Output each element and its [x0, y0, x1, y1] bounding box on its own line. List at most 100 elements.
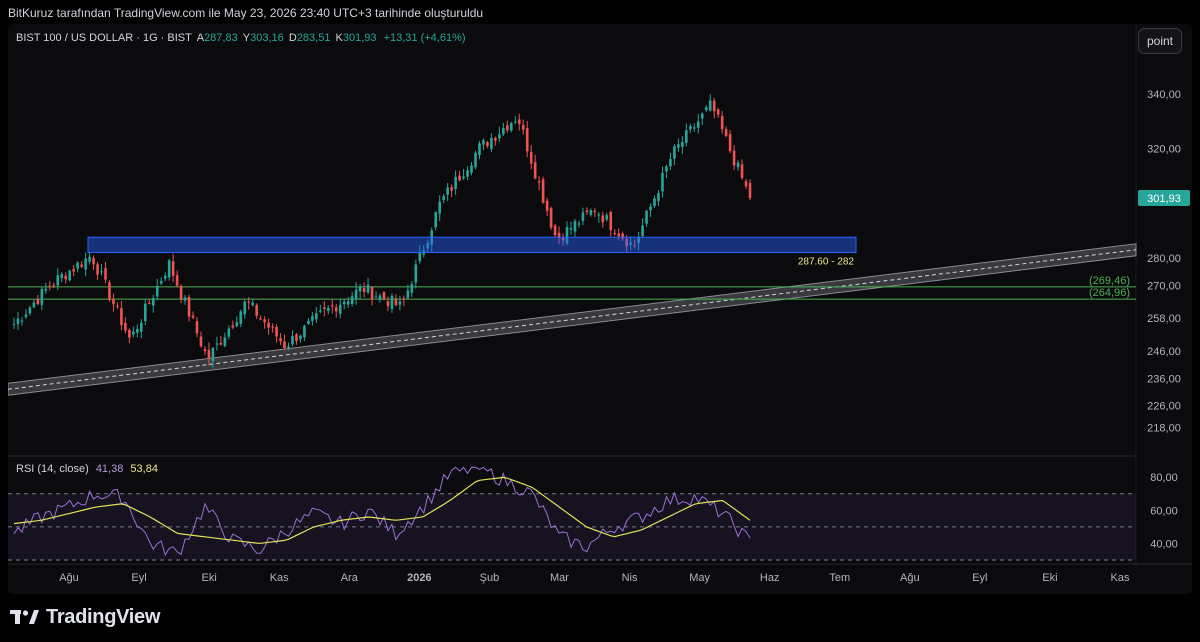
candle-body	[207, 349, 211, 359]
candle-body	[414, 264, 418, 283]
price-tick-label: 218,00	[1147, 423, 1181, 435]
tradingview-logo-icon	[10, 610, 39, 624]
candle-body	[96, 264, 99, 275]
rsi-ma-value: 53,84	[130, 463, 158, 475]
candle-body	[693, 127, 696, 129]
candle-body	[203, 349, 207, 352]
candle-body	[104, 268, 107, 280]
candle-body	[175, 275, 179, 286]
candle-body	[136, 328, 139, 333]
candle-body	[60, 274, 64, 279]
candle-body	[287, 346, 290, 349]
candle-body	[537, 181, 541, 183]
candle-body	[52, 284, 56, 286]
time-tick-label: Şub	[480, 572, 500, 584]
candle-body	[378, 295, 382, 300]
price-tick-label: 340,00	[1147, 89, 1181, 101]
candle-body	[358, 286, 362, 292]
time-tick-label: Ağu	[59, 572, 79, 584]
candle-body	[593, 210, 597, 213]
chart-canvas[interactable]: 340,00 320,00 280,00 270,00 258,00 246,00 236,…	[8, 24, 1192, 594]
candles-group	[12, 94, 752, 368]
price-tick-label: 226,00	[1147, 401, 1181, 413]
candle-body	[100, 271, 103, 273]
last-price-label: 301,93	[1147, 193, 1181, 205]
open-value: 287,83	[204, 32, 238, 44]
candle-body	[700, 113, 704, 119]
candle-body	[490, 138, 493, 149]
candle-body	[398, 301, 402, 305]
time-tick-label: Kas	[1111, 572, 1130, 584]
candle-body	[494, 137, 497, 141]
candle-body	[529, 152, 533, 164]
time-tick-label: Eki	[1042, 572, 1057, 584]
candle-body	[736, 162, 740, 168]
candle-body	[661, 172, 664, 192]
candle-body	[323, 307, 326, 310]
close-value: 301,93	[342, 32, 377, 44]
candle-body	[235, 322, 239, 327]
candle-body	[20, 320, 24, 322]
chart-panel[interactable]: 340,00 320,00 280,00 270,00 258,00 246,00 236,…	[8, 24, 1192, 594]
candle-body	[545, 200, 549, 211]
time-tick-label: Eyl	[972, 572, 987, 584]
candle-body	[613, 232, 617, 235]
candle-body	[72, 269, 75, 272]
candle-body	[124, 323, 127, 331]
candle-body	[744, 181, 748, 187]
candle-body	[577, 223, 581, 225]
candle-body	[239, 311, 243, 324]
candle-body	[601, 215, 605, 223]
candle-body	[712, 100, 716, 112]
rsi-label[interactable]: RSI (14, close)	[16, 463, 89, 475]
candle-body	[450, 187, 453, 191]
candle-body	[36, 299, 40, 305]
candle-body	[279, 338, 282, 342]
candle-body	[132, 331, 135, 335]
candle-body	[40, 288, 44, 305]
price-tick-label: 280,00	[1147, 253, 1181, 265]
candle-body	[223, 337, 227, 346]
candle-body	[617, 233, 621, 237]
open-label: A	[196, 32, 205, 44]
candle-body	[267, 322, 270, 328]
candle-body	[581, 212, 585, 221]
candle-body	[76, 262, 79, 269]
candle-body	[227, 328, 231, 337]
candle-body	[438, 201, 441, 214]
candle-body	[167, 260, 171, 278]
candle-body	[143, 303, 147, 321]
candle-body	[498, 134, 501, 139]
symbol-label[interactable]: BIST 100 / US DOLLAR · 1G · BIST	[16, 32, 192, 44]
candle-body	[263, 319, 266, 323]
time-tick-label: Haz	[760, 572, 780, 584]
rsi-legend: RSI (14, close) 41,38 53,84	[16, 463, 158, 475]
candle-body	[446, 187, 449, 195]
candle-body	[641, 225, 644, 236]
candle-body	[748, 183, 752, 199]
candle-body	[171, 261, 175, 276]
candle-body	[573, 221, 577, 232]
candle-body	[315, 313, 318, 320]
candle-body	[116, 305, 119, 307]
time-tick-label: Kas	[270, 572, 289, 584]
candle-body	[533, 162, 537, 179]
candle-body	[251, 302, 255, 306]
candle-body	[307, 320, 310, 325]
candle-body	[354, 289, 358, 300]
price-tick-label: 270,00	[1147, 280, 1181, 292]
point-button[interactable]: point	[1138, 28, 1182, 54]
candle-body	[390, 295, 394, 309]
low-label: D	[288, 32, 297, 44]
candle-body	[44, 288, 48, 291]
candle-body	[12, 323, 16, 325]
candle-body	[442, 196, 445, 200]
candle-body	[191, 315, 195, 318]
candle-body	[704, 107, 708, 111]
candle-body	[740, 164, 744, 178]
candle-body	[434, 212, 438, 228]
candle-body	[541, 179, 545, 203]
candle-body	[665, 166, 668, 172]
candle-body	[462, 176, 465, 179]
candle-body	[275, 326, 278, 337]
